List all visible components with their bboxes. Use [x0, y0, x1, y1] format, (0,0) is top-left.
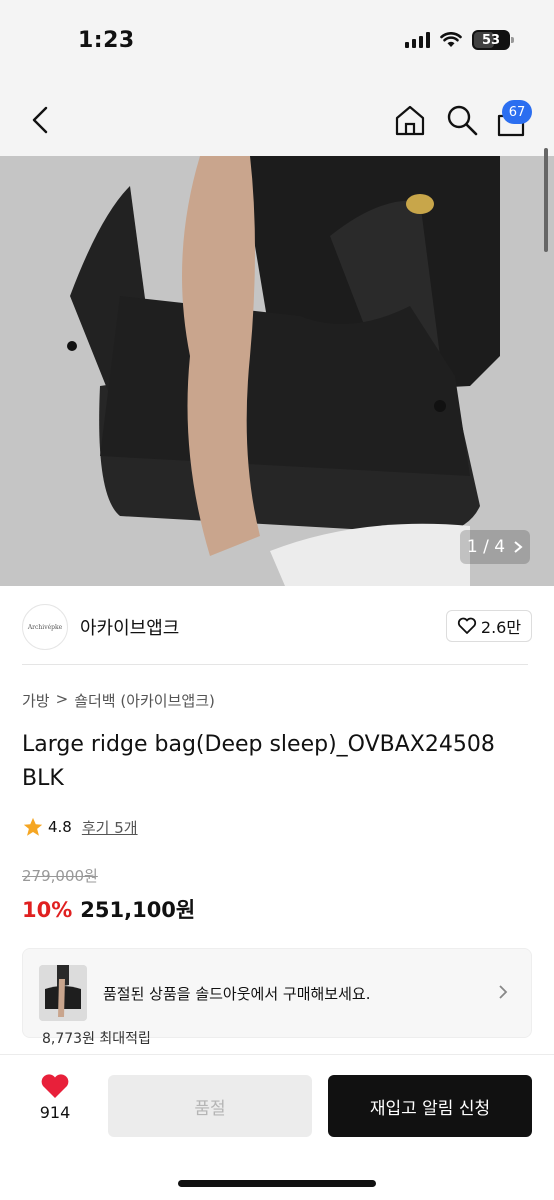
product-title: Large ridge bag(Deep sleep)_OVBAX24508 B… [22, 732, 495, 791]
breadcrumb: 가방 > 숄더백 (아카이브앱크) [22, 690, 215, 711]
cart-count-badge: 67 [502, 100, 532, 124]
chevron-right-icon [499, 985, 508, 999]
divider [22, 664, 528, 665]
discount-rate: 10% [22, 898, 73, 922]
back-icon[interactable] [26, 102, 56, 138]
soldout-thumbnail [39, 965, 87, 1021]
breadcrumb-subcategory[interactable]: 숄더백 (아카이브앱크) [74, 690, 215, 711]
original-price: 279,000원 [22, 867, 98, 885]
soldout-button[interactable]: 품절 [108, 1075, 312, 1137]
brand-logo[interactable]: Archivépke [22, 604, 68, 650]
scrollbar[interactable] [544, 148, 548, 252]
heart-icon [41, 1074, 69, 1098]
wishlist-button[interactable]: 914 [24, 1073, 86, 1137]
brand-name[interactable]: 아카이브앱크 [80, 614, 179, 640]
breadcrumb-category[interactable]: 가방 [22, 690, 50, 711]
rating-row: 4.8 후기 5개 [22, 816, 138, 838]
bottom-action-bar: 914 품절 재입고 알림 신청 [0, 1054, 554, 1200]
product-photo [0, 156, 554, 586]
rating-value: 4.8 [48, 818, 72, 836]
heart-outline-icon [457, 617, 477, 634]
brand-logo-text: Archivépke [27, 623, 63, 631]
image-counter[interactable]: 1 / 4 [460, 530, 530, 564]
price-row: 10% 251,100원 [22, 894, 195, 924]
star-icon [23, 817, 43, 836]
home-icon[interactable] [392, 102, 428, 138]
battery-level: 53 [481, 32, 501, 48]
brand-like-button[interactable]: 2.6만 [446, 610, 532, 642]
battery-icon: 53 [472, 30, 514, 50]
brand-row[interactable]: Archivépke 아카이브앱크 2.6만 [22, 604, 532, 650]
product-image[interactable] [0, 156, 554, 586]
soldout-promo-card[interactable]: 품절된 상품을 솔드아웃에서 구매해보세요. [22, 948, 532, 1038]
top-nav-bar [0, 84, 554, 156]
status-bar: 1:23 53 [0, 0, 554, 84]
status-time: 1:23 [78, 28, 135, 53]
signal-icon [405, 32, 430, 48]
breadcrumb-separator: > [55, 690, 69, 708]
sale-price: 251,100원 [80, 898, 196, 922]
image-counter-text: 1 / 4 [466, 537, 506, 557]
brand-like-count: 2.6만 [480, 618, 522, 637]
reward-points-text: 8,773원 최대적립 [42, 1031, 151, 1047]
wishlist-count: 914 [39, 1103, 71, 1122]
restock-alert-button[interactable]: 재입고 알림 신청 [328, 1075, 532, 1137]
chevron-right-icon [514, 541, 523, 553]
soldout-promo-text: 품절된 상품을 솔드아웃에서 구매해보세요. [103, 985, 371, 1003]
home-indicator [178, 1180, 376, 1187]
review-count-link[interactable]: 후기 5개 [82, 817, 138, 838]
search-icon[interactable] [444, 102, 480, 138]
status-icons: 53 [405, 30, 514, 50]
wifi-icon [440, 32, 462, 47]
